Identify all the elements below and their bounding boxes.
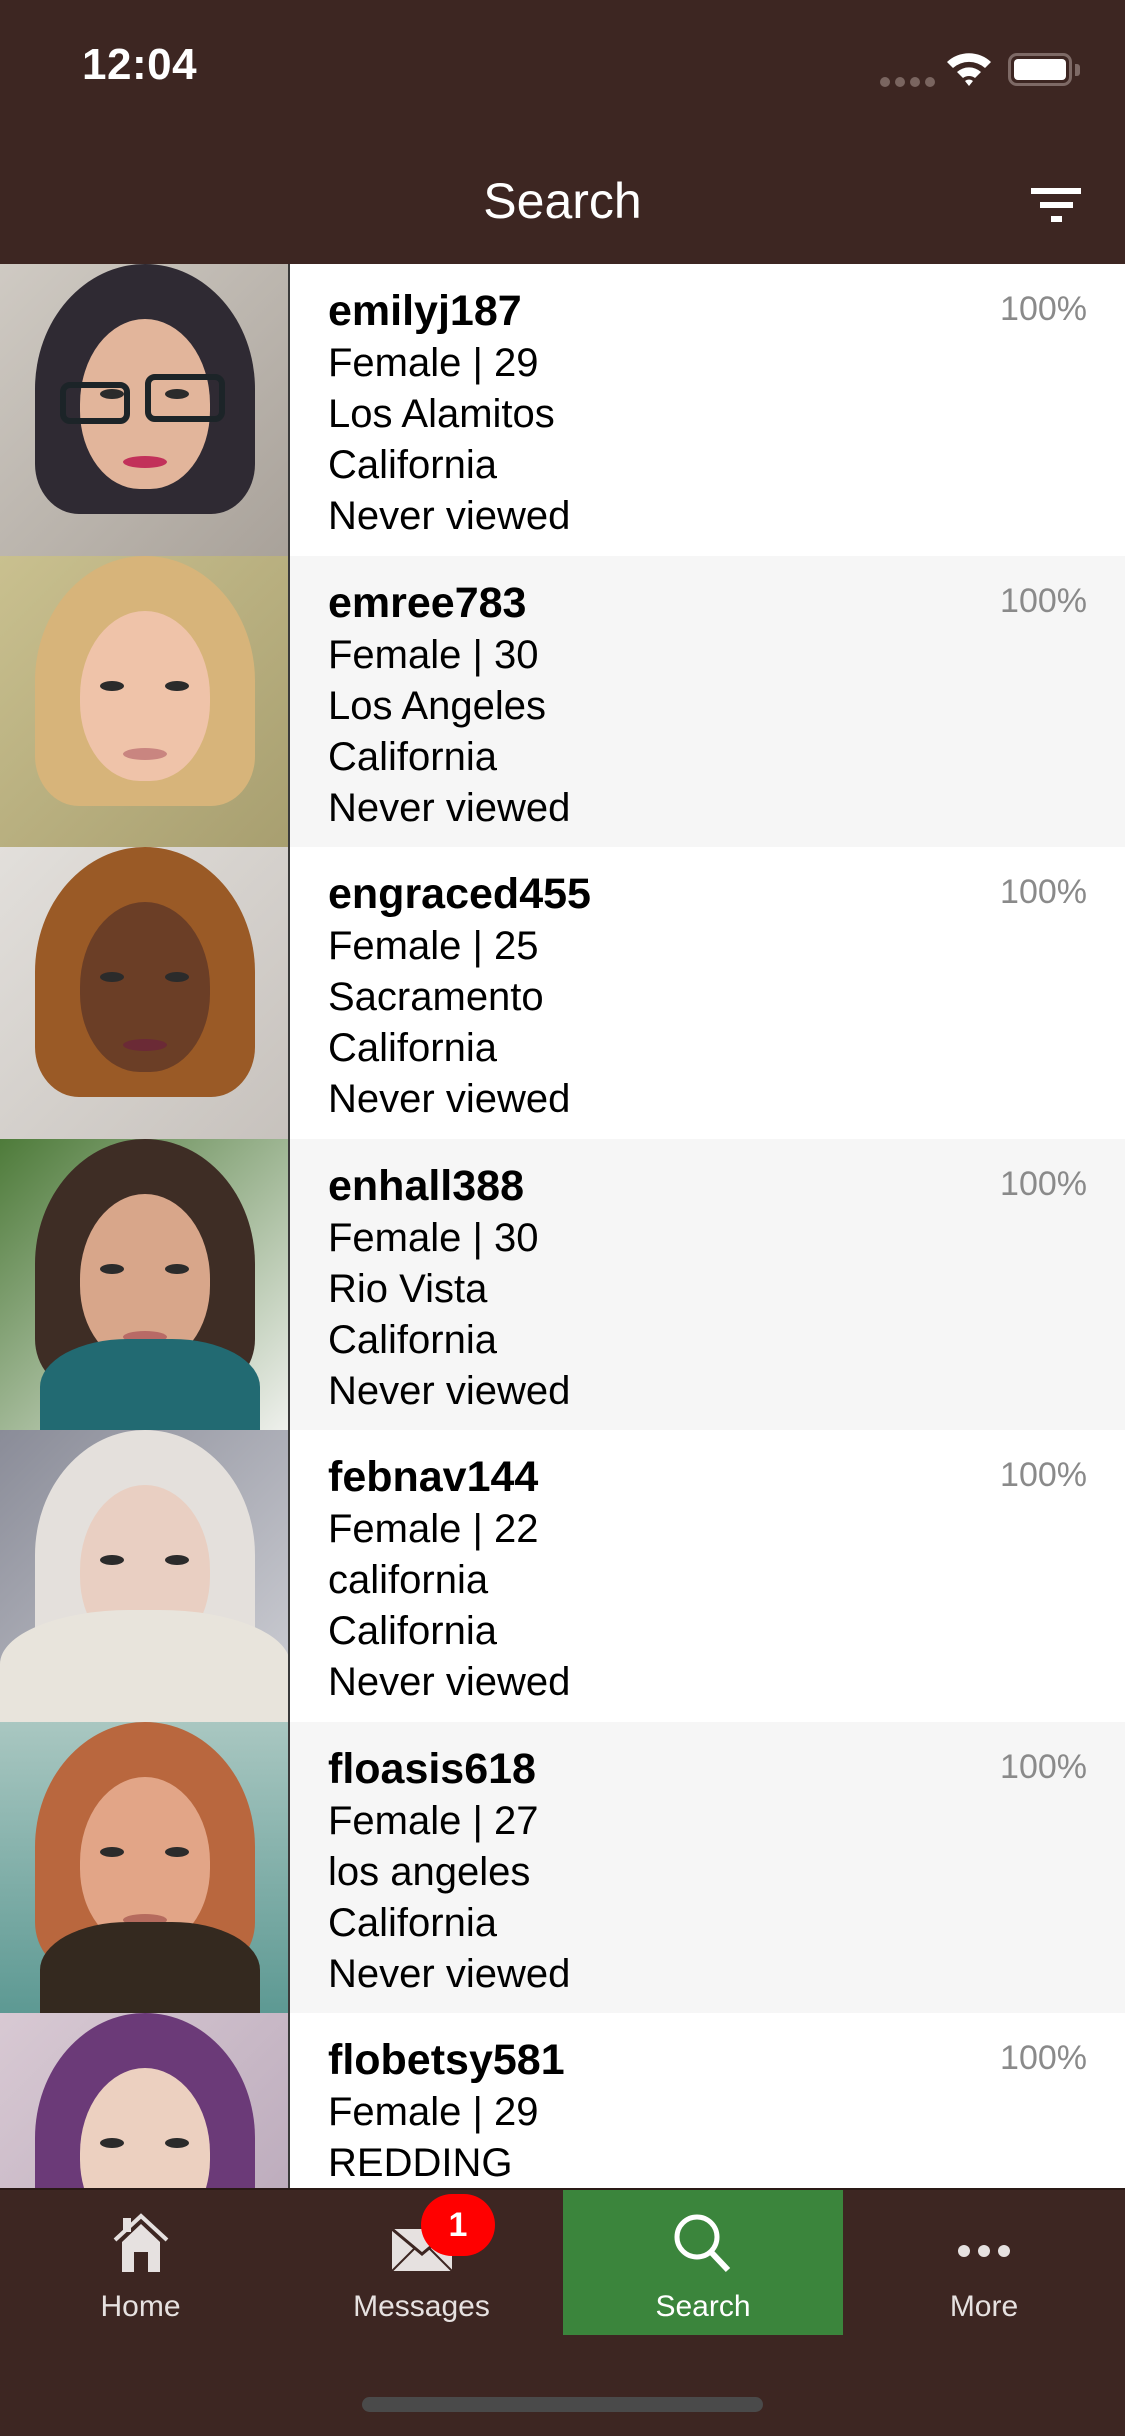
gender-age: Female | 27 — [328, 1798, 539, 1843]
gender-age: Female | 29 — [328, 341, 539, 385]
tab-home[interactable]: Home — [0, 2190, 281, 2335]
result-info: febnav144 Female | 22 california Califor… — [290, 1430, 1125, 1722]
tab-more[interactable]: More — [843, 2190, 1125, 2335]
gender-age: Female | 22 — [328, 1507, 539, 1551]
match-percent: 100% — [1000, 2039, 1087, 2077]
result-row[interactable]: febnav144 Female | 22 california Califor… — [0, 1430, 1125, 1722]
profile-photo[interactable] — [0, 555, 290, 847]
profile-photo[interactable] — [0, 1721, 290, 2013]
tab-search[interactable]: Search — [563, 2190, 843, 2335]
profile-photo[interactable] — [0, 1430, 290, 1722]
home-icon — [113, 2213, 168, 2272]
wifi-icon — [947, 53, 991, 86]
gender-age: Female | 30 — [328, 1215, 539, 1260]
city: REDDING — [328, 2141, 513, 2185]
state: California — [328, 443, 497, 487]
result-row[interactable]: enhall388 Female | 30 Rio Vista Californ… — [0, 1138, 1125, 1431]
match-percent: 100% — [1000, 290, 1087, 328]
home-indicator — [362, 2397, 763, 2412]
filter-button[interactable] — [1020, 172, 1092, 232]
tab-label: Home — [100, 2290, 181, 2323]
state: California — [328, 734, 497, 779]
status-time: 12:04 — [82, 40, 198, 89]
city: california — [328, 1558, 489, 1602]
page-title: Search — [483, 173, 642, 229]
match-percent: 100% — [1000, 581, 1087, 620]
city: los angeles — [328, 1849, 531, 1894]
battery-icon — [1008, 53, 1072, 86]
profile-photo[interactable] — [0, 1138, 290, 1430]
nav-header: Search — [0, 132, 1125, 264]
tab-label: Search — [655, 2290, 751, 2323]
last-viewed: Never viewed — [328, 1660, 571, 1704]
tab-messages[interactable]: 1 Messages — [281, 2190, 562, 2335]
result-row[interactable]: emilyj187 Female | 29 Los Alamitos Calif… — [0, 264, 1125, 556]
search-icon — [674, 2214, 731, 2273]
tab-label: Messages — [353, 2290, 490, 2323]
search-results-list[interactable]: emilyj187 Female | 29 Los Alamitos Calif… — [0, 264, 1125, 2188]
unread-badge: 1 — [421, 2194, 495, 2256]
more-dots-icon — [958, 2245, 1010, 2257]
result-info: emilyj187 Female | 29 Los Alamitos Calif… — [290, 264, 1125, 556]
state: California — [328, 1609, 497, 1653]
gender-age: Female | 25 — [328, 924, 539, 968]
last-viewed: Never viewed — [328, 494, 571, 538]
match-percent: 100% — [1000, 1164, 1087, 1203]
battery-tip — [1075, 64, 1080, 76]
status-bar: 12:04 — [0, 0, 1125, 132]
result-info: flobetsy581 Female | 29 REDDING 100% — [290, 2013, 1125, 2188]
state: California — [328, 1900, 497, 1945]
result-row[interactable]: engraced455 Female | 25 Sacramento Calif… — [0, 847, 1125, 1139]
result-info: enhall388 Female | 30 Rio Vista Californ… — [290, 1139, 1125, 1431]
city: Rio Vista — [328, 1266, 488, 1311]
state: California — [328, 1317, 497, 1362]
result-row[interactable]: floasis618 Female | 27 los angeles Calif… — [0, 1721, 1125, 2014]
result-row[interactable]: emree783 Female | 30 Los Angeles Califor… — [0, 555, 1125, 848]
last-viewed: Never viewed — [328, 785, 571, 830]
gender-age: Female | 30 — [328, 632, 539, 677]
city: Los Angeles — [328, 683, 546, 728]
gender-age: Female | 29 — [328, 2090, 539, 2134]
profile-photo[interactable] — [0, 2013, 290, 2188]
city: Los Alamitos — [328, 392, 555, 436]
result-info: emree783 Female | 30 Los Angeles Califor… — [290, 556, 1125, 848]
last-viewed: Never viewed — [328, 1077, 571, 1121]
match-percent: 100% — [1000, 1456, 1087, 1494]
state: California — [328, 1026, 497, 1070]
profile-photo[interactable] — [0, 847, 290, 1139]
city: Sacramento — [328, 975, 544, 1019]
last-viewed: Never viewed — [328, 1368, 571, 1413]
result-info: floasis618 Female | 27 los angeles Calif… — [290, 1722, 1125, 2014]
cellular-signal-icon — [880, 77, 935, 87]
profile-photo[interactable] — [0, 264, 290, 556]
last-viewed: Never viewed — [328, 1951, 571, 1996]
tab-label: More — [949, 2290, 1019, 2323]
result-row[interactable]: flobetsy581 Female | 29 REDDING 100% — [0, 2013, 1125, 2188]
match-percent: 100% — [1000, 873, 1087, 911]
match-percent: 100% — [1000, 1747, 1087, 1786]
result-info: engraced455 Female | 25 Sacramento Calif… — [290, 847, 1125, 1139]
